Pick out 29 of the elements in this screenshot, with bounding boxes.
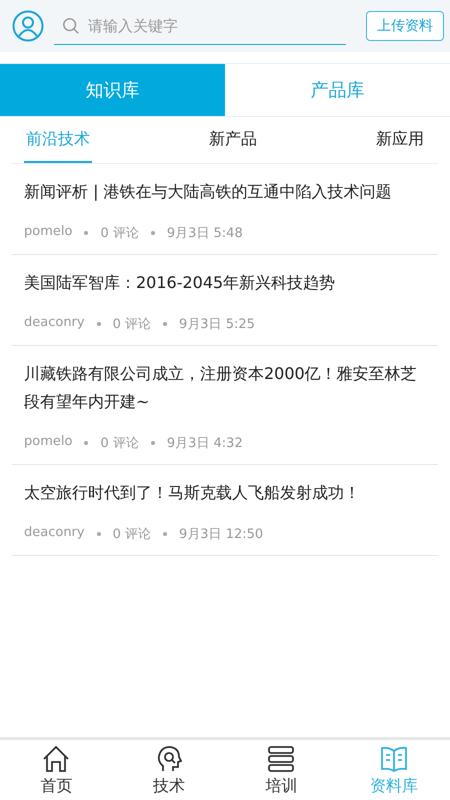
author-name: pomelo [24, 224, 72, 241]
comment-count: 0 评论 [100, 435, 139, 452]
category-tab[interactable]: 新产品 [207, 117, 259, 163]
post-time: 9月3日 5:48 [166, 225, 243, 242]
article-title[interactable]: 新闻评析 | 港铁在与大陆高铁的互通中陷入技术问题 [24, 178, 426, 206]
separator-dot [96, 322, 101, 326]
comment-count: 0 评论 [112, 526, 152, 543]
author-name: deaconry [24, 315, 85, 332]
author-name: deaconry [24, 525, 85, 542]
author-name: pomelo [24, 434, 72, 451]
separator-dot [84, 441, 88, 445]
server-stack-icon [266, 744, 296, 774]
article-title[interactable]: 川藏铁路有限公司成立，注册资本2000亿！雅安至林芝段有望年内开建~ [24, 360, 426, 416]
separator-dot [150, 441, 155, 445]
comment-count: 0 评论 [100, 225, 139, 242]
separator-dot [84, 231, 88, 235]
separator-dot [163, 532, 168, 536]
category-tab[interactable]: 新应用 [374, 117, 426, 163]
comment-count: 0 评论 [112, 316, 152, 333]
post-time: 9月3日 12:50 [179, 526, 264, 543]
separator-dot [96, 532, 101, 536]
article-title[interactable]: 美国陆军智库：2016-2045年新兴科技趋势 [24, 269, 426, 297]
post-time: 9月3日 5:25 [179, 316, 255, 333]
separator-dot [163, 322, 168, 326]
separator-dot [150, 231, 155, 235]
article-title[interactable]: 太空旅行时代到了！马斯克载人飞船发射成功！ [24, 479, 426, 507]
user-icon[interactable] [12, 10, 44, 42]
home-icon [41, 744, 72, 774]
post-time: 9月3日 4:32 [166, 435, 243, 452]
